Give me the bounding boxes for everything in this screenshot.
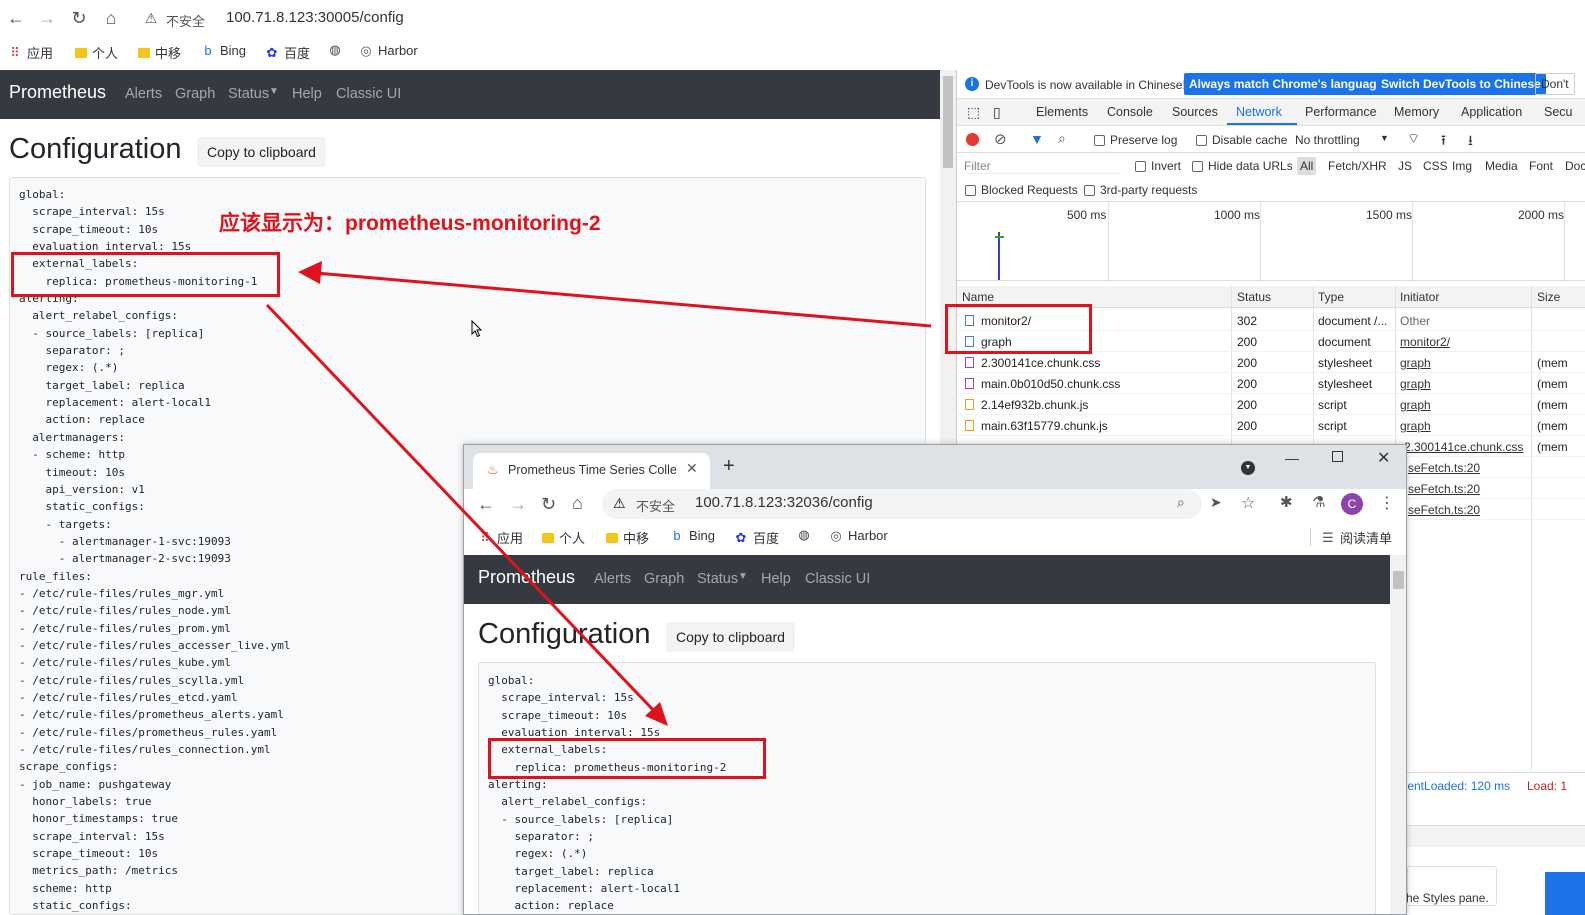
annotation-arrows — [265, 261, 932, 726]
arrowhead — [298, 261, 322, 284]
arrow-line-to-replica-2 — [265, 303, 658, 715]
mouse-cursor-icon — [471, 320, 483, 338]
arrow-line-to-replica-1 — [315, 271, 932, 328]
